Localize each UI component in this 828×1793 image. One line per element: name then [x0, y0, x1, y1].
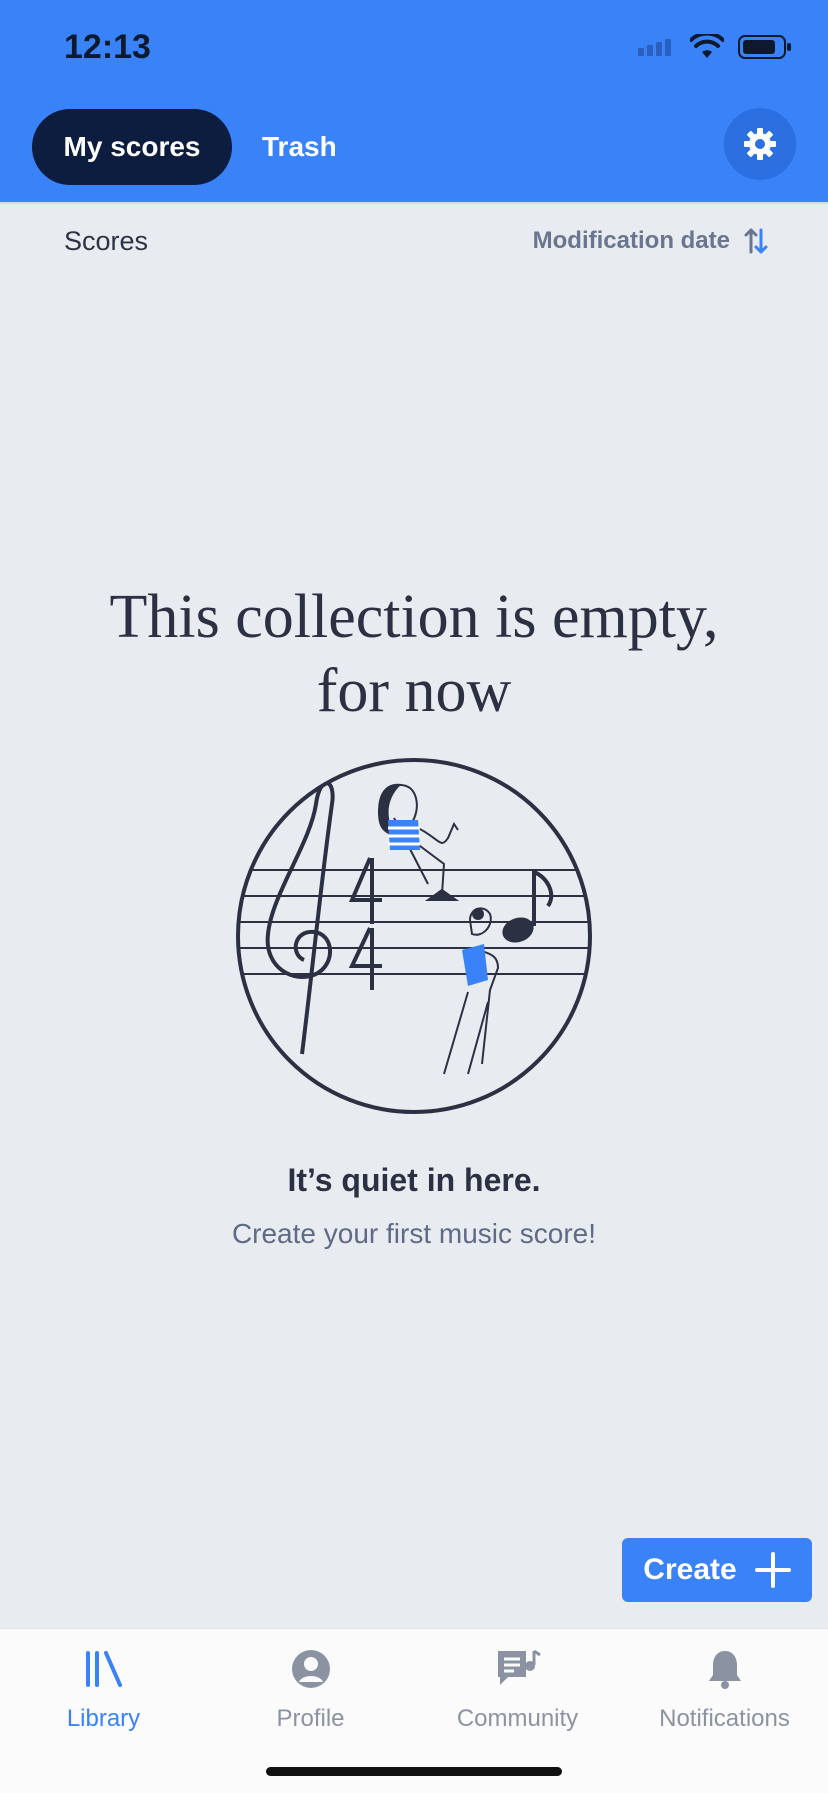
gear-icon — [744, 128, 776, 160]
empty-state-title: This collection is empty, for now — [0, 580, 828, 728]
empty-title-line-2: for now — [316, 657, 512, 725]
profile-icon — [291, 1650, 330, 1688]
empty-state-heading: It’s quiet in here. — [287, 1162, 541, 1198]
header-divider — [0, 202, 828, 204]
nav-item-profile[interactable]: Profile — [207, 1641, 414, 1733]
battery-icon — [738, 35, 791, 59]
section-label: Scores — [64, 226, 149, 256]
empty-music-illustration — [236, 758, 592, 1114]
nav-item-notifications[interactable]: Notifications — [621, 1641, 828, 1733]
nav-label-profile: Profile — [276, 1705, 345, 1732]
nav-label-library: Library — [66, 1705, 141, 1732]
settings-button[interactable] — [724, 108, 796, 180]
tab-trash[interactable]: Trash — [262, 109, 337, 185]
nav-item-community[interactable]: Community — [414, 1641, 621, 1733]
sort-label: Modification date — [532, 227, 730, 254]
nav-label-notifications: Notifications — [659, 1705, 790, 1732]
status-icons — [638, 34, 792, 60]
community-icon — [497, 1649, 541, 1685]
bottom-nav: Library Profile Community Notifications — [0, 1628, 828, 1793]
sort-arrows-icon — [744, 228, 768, 254]
signal-icon — [638, 39, 671, 56]
create-button-label: Create — [643, 1553, 737, 1586]
library-icon — [85, 1651, 122, 1687]
nav-label-community: Community — [456, 1705, 579, 1732]
sort-button[interactable]: Modification date — [533, 226, 768, 256]
wifi-icon — [690, 34, 724, 58]
plus-icon — [754, 1552, 791, 1588]
create-button[interactable]: Create — [622, 1538, 812, 1602]
app-header: 12:13 My scores Trash — [0, 0, 828, 202]
status-time: 12:13 — [64, 28, 151, 66]
tab-my-scores[interactable]: My scores — [32, 109, 232, 185]
empty-title-line-1: This collection is empty, — [109, 583, 719, 651]
empty-state-subtitle: Create your first music score! — [231, 1218, 597, 1249]
nav-item-library[interactable]: Library — [0, 1641, 207, 1733]
bell-icon — [708, 1651, 741, 1689]
home-indicator — [266, 1767, 562, 1776]
